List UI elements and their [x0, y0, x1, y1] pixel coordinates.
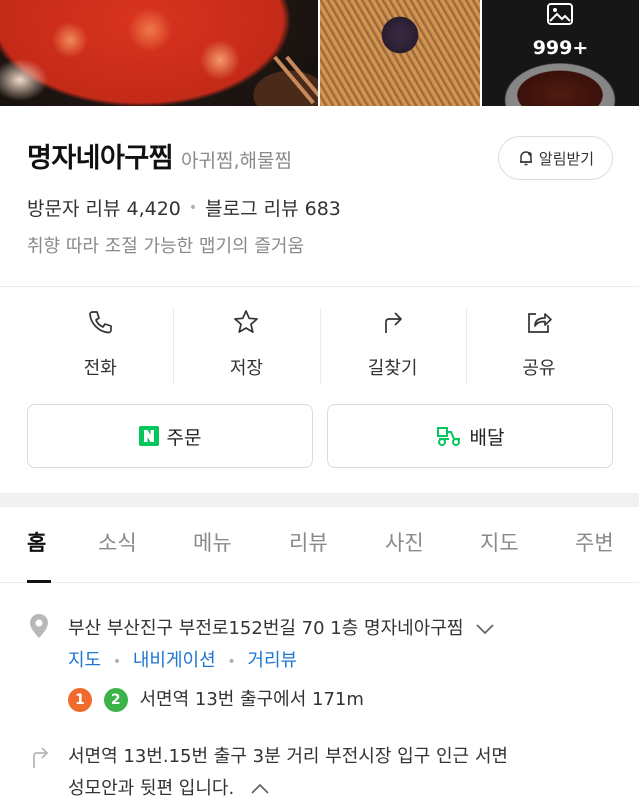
- tab-bar: 홈 소식 메뉴 리뷰 사진 지도 주변: [0, 507, 639, 583]
- delivery-label: 배달: [469, 426, 505, 449]
- separator-dot: •: [227, 654, 236, 670]
- map-links-row: 지도 • 내비게이션 • 거리뷰: [68, 646, 297, 672]
- active-tab-indicator: [27, 580, 51, 583]
- action-label: 길찾기: [367, 358, 418, 379]
- photo-second[interactable]: [320, 0, 480, 106]
- navigation-link[interactable]: 내비게이션: [133, 650, 216, 671]
- location-pin-icon: [30, 614, 48, 638]
- action-save[interactable]: 저장: [173, 308, 319, 386]
- star-icon: [234, 310, 259, 333]
- photo-more[interactable]: 999+: [482, 0, 639, 106]
- subway-row: 1 2 서면역 13번 출구에서 171m: [68, 685, 364, 712]
- bell-plus-icon: [519, 151, 532, 166]
- naver-n-icon: [138, 426, 159, 446]
- action-label: 공유: [522, 358, 556, 379]
- station-distance: 서면역 13번 출구에서 171m: [139, 689, 364, 710]
- directions-line-1: 서면역 13번.15번 출구 3분 거리 부전시장 입구 인근 서면: [68, 746, 508, 767]
- section-divider: [0, 493, 639, 507]
- action-call[interactable]: 전화: [27, 308, 173, 386]
- photo-strip[interactable]: 999+: [0, 0, 639, 106]
- order-row: 주문 배달: [27, 404, 613, 468]
- address-text: 부산 부산진구 부전로152번길 70 1층 명자네아구찜: [68, 618, 464, 639]
- title-row: 명자네아구찜 아귀찜,해물찜: [27, 136, 292, 175]
- directions-line-2: 성모안과 뒷편 입니다.: [68, 778, 235, 799]
- subway-line-badge: 2: [103, 688, 128, 712]
- photo-count: 999+: [532, 37, 589, 59]
- photo-main[interactable]: [0, 0, 318, 106]
- subway-line-badge: 1: [68, 688, 92, 712]
- place-name: 명자네아구찜: [27, 143, 174, 174]
- gallery-icon: [547, 3, 573, 25]
- tab-news[interactable]: 소식: [98, 527, 137, 557]
- action-directions[interactable]: 길찾기: [319, 308, 466, 386]
- delivery-button[interactable]: 배달: [327, 404, 613, 468]
- tab-review[interactable]: 리뷰: [289, 527, 328, 557]
- phone-icon: [89, 311, 112, 334]
- action-label: 저장: [229, 358, 263, 379]
- directions-arrow-icon: [33, 747, 49, 768]
- street-view-link[interactable]: 거리뷰: [247, 650, 297, 671]
- directions-row: 성모안과 뒷편 입니다.: [68, 774, 270, 800]
- map-link[interactable]: 지도: [68, 650, 101, 671]
- visitor-review-link[interactable]: 방문자 리뷰 4,420: [27, 194, 181, 221]
- chevron-up-icon[interactable]: [250, 783, 270, 795]
- tab-home[interactable]: 홈: [27, 527, 46, 557]
- chopstick-decoration: [285, 55, 318, 105]
- separator-dot: •: [188, 199, 198, 216]
- share-icon: [528, 313, 552, 333]
- divider: [0, 286, 639, 287]
- order-button[interactable]: 주문: [27, 404, 313, 468]
- tab-menu[interactable]: 메뉴: [193, 527, 232, 557]
- blog-review-link[interactable]: 블로그 리뷰 683: [205, 194, 341, 221]
- tab-nearby[interactable]: 주변: [575, 527, 614, 557]
- chevron-down-icon[interactable]: [475, 623, 495, 635]
- tab-map[interactable]: 지도: [480, 527, 519, 557]
- address-row[interactable]: 부산 부산진구 부전로152번길 70 1층 명자네아구찜: [68, 614, 495, 640]
- alarm-label: 알림받기: [538, 149, 595, 168]
- alarm-button[interactable]: 알림받기: [498, 136, 613, 180]
- place-category: 아귀찜,해물찜: [181, 150, 292, 172]
- tab-photo[interactable]: 사진: [385, 527, 424, 557]
- order-label: 주문: [166, 426, 202, 449]
- review-row: 방문자 리뷰 4,420 • 블로그 리뷰 683: [27, 194, 341, 221]
- action-share[interactable]: 공유: [465, 308, 612, 386]
- place-tagline: 취향 따라 조절 가능한 맵기의 즐거움: [27, 236, 305, 257]
- action-label: 전화: [83, 358, 117, 379]
- directions-icon: [384, 312, 402, 333]
- separator-dot: •: [112, 654, 122, 670]
- delivery-scooter-icon: [436, 425, 462, 447]
- action-row: 전화 저장 길찾기 공유: [27, 308, 612, 386]
